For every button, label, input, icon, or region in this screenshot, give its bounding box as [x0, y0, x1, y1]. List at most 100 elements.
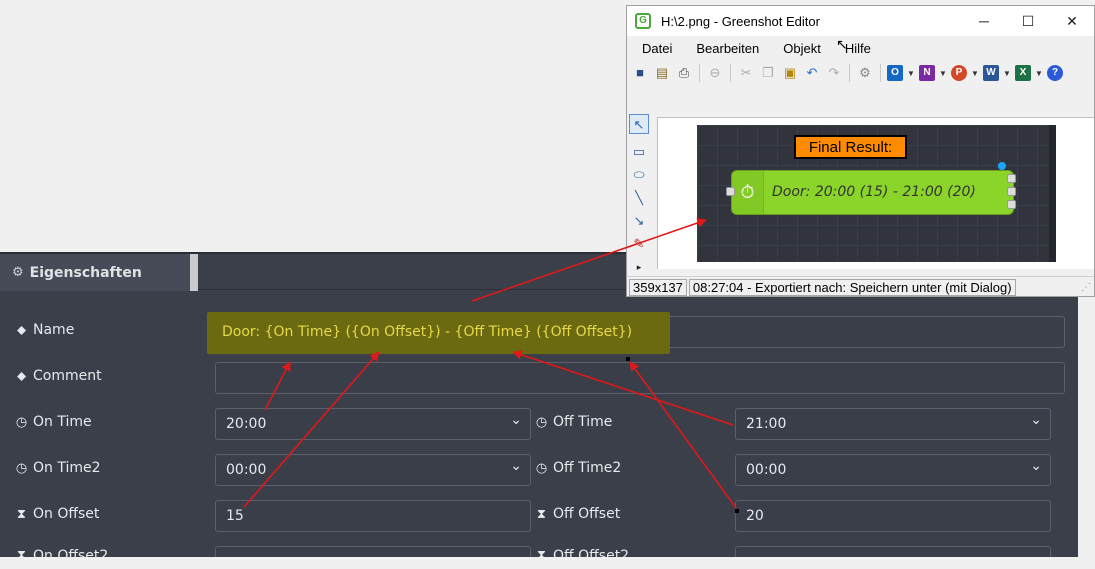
captured-image: Final Result: ⏱ Door: 20:00 (15) - 21:00… [697, 125, 1056, 262]
image-edge [1049, 125, 1056, 262]
comment-label-text: Comment [33, 368, 102, 384]
selection-handle [735, 509, 739, 513]
output-port [1007, 200, 1016, 209]
greenshot-app-icon: G [635, 13, 651, 29]
cut-icon[interactable]: ✂ [737, 64, 755, 82]
pointer-icon[interactable]: ↖ [629, 114, 649, 134]
on-time-label-text: On Time [33, 414, 92, 430]
name-label: ⬥ Name [15, 322, 74, 338]
node-label: Door: 20:00 (15) - 21:00 (20) [772, 184, 976, 200]
menu-objekt[interactable]: Objekt [768, 38, 830, 60]
clock-icon: ◷ [535, 460, 548, 476]
timer-icon: ⏱ [732, 171, 764, 214]
selection-handle [626, 357, 630, 361]
clock-icon: ◷ [15, 414, 28, 430]
tab-eigenschaften-label: Eigenschaften [29, 264, 142, 281]
off-offset-input[interactable]: 20 [735, 500, 1051, 532]
on-time2-label-text: On Time2 [33, 460, 101, 476]
schedule-node: ⏱ Door: 20:00 (15) - 21:00 (20) [731, 170, 1014, 215]
save-icon[interactable]: ■ [631, 64, 649, 82]
onenote-icon[interactable]: N [919, 65, 935, 81]
toolbar-separator [730, 64, 731, 82]
tag-icon: ⬥ [16, 368, 27, 384]
minimize-button[interactable]: ─ [962, 13, 1006, 29]
gear-icon: ⚙ [12, 265, 24, 280]
word-icon[interactable]: W [983, 65, 999, 81]
on-offset2-label-text: On Offset2 [33, 548, 109, 557]
powerpoint-icon[interactable]: P [951, 65, 967, 81]
redo-icon[interactable]: ↷ [825, 64, 843, 82]
on-offset-label-text: On Offset [33, 506, 100, 522]
off-time2-label-text: Off Time2 [553, 460, 622, 476]
on-time2-label: ◷ On Time2 [15, 460, 101, 476]
rectangle-icon[interactable]: ▭ [629, 142, 649, 162]
off-time-select[interactable]: 21:00 [735, 408, 1051, 440]
undo-icon[interactable]: ↶ [803, 64, 821, 82]
freehand-icon[interactable]: ✎ [629, 234, 649, 254]
off-offset2-label: ⧗ Off Offset2 [535, 548, 629, 557]
toolbar-separator [849, 64, 850, 82]
maximize-button[interactable]: ☐ [1006, 13, 1050, 30]
final-result-label: Final Result: [794, 135, 907, 159]
outlook-icon[interactable]: O [887, 65, 903, 81]
chevron-down-icon[interactable]: ▼ [907, 69, 915, 78]
off-time2-select[interactable]: 00:00 [735, 454, 1051, 486]
on-offset2-label: ⧗ On Offset2 [15, 548, 108, 557]
name-input-value: Door: {On Time} ({On Offset}) - {Off Tim… [222, 324, 633, 340]
chevron-down-icon[interactable]: ▼ [939, 69, 947, 78]
off-offset-label: ⧗ Off Offset [535, 506, 620, 522]
more-tools-icon[interactable]: ▸ [629, 257, 649, 277]
statusbar: 359x137 08:27:04 - Exportiert nach: Spei… [627, 276, 1094, 297]
on-time2-value: 00:00 [226, 462, 267, 478]
menu-datei[interactable]: Datei [627, 38, 681, 60]
tag-icon: ⬥ [16, 322, 27, 338]
on-time-label: ◷ On Time [15, 414, 92, 430]
menu-bearbeiten[interactable]: Bearbeiten [681, 38, 768, 60]
off-time2-label: ◷ Off Time2 [535, 460, 621, 476]
drawing-tools: ↖ ▭ ⬭ ╲ ↘ ✎ ▸ [627, 109, 651, 272]
close-button[interactable]: ✕ [1050, 13, 1094, 30]
chevron-down-icon[interactable]: ▼ [1035, 69, 1043, 78]
editor-canvas[interactable]: Final Result: ⏱ Door: 20:00 (15) - 21:00… [657, 117, 1094, 269]
paste-icon[interactable]: ▣ [781, 64, 799, 82]
settings-icon[interactable]: ⚙ [856, 64, 874, 82]
print-icon[interactable]: ⎙ [675, 64, 693, 82]
comment-label: ⬥ Comment [15, 368, 102, 384]
off-offset2-label-text: Off Offset2 [553, 548, 630, 557]
on-time2-select[interactable]: 00:00 [215, 454, 531, 486]
on-time-value: 20:00 [226, 416, 267, 432]
off-time-label: ◷ Off Time [535, 414, 613, 430]
greenshot-titlebar[interactable]: G H:\2.png - Greenshot Editor ─ ☐ ✕ [627, 6, 1094, 36]
on-offset-input[interactable]: 15 [215, 500, 531, 532]
off-offset-value: 20 [746, 508, 764, 524]
copy-icon[interactable]: ❐ [759, 64, 777, 82]
help-icon[interactable]: ? [1047, 65, 1063, 81]
toolbar: ■ ▤ ⎙ ⊖ ✂ ❐ ▣ ↶ ↷ ⚙ O ▼ N ▼ P ▼ W ▼ X ▼ ? [631, 63, 1063, 83]
resize-grip-icon[interactable]: ⋰ [1081, 282, 1091, 293]
name-label-text: Name [33, 322, 75, 338]
chevron-down-icon[interactable]: ▼ [1003, 69, 1011, 78]
input-port [726, 187, 735, 196]
clock-icon: ◷ [15, 460, 28, 476]
on-offset2-input[interactable] [215, 546, 531, 557]
window-title: H:\2.png - Greenshot Editor [661, 13, 820, 29]
on-time-select[interactable]: 20:00 [215, 408, 531, 440]
off-time2-value: 00:00 [746, 462, 787, 478]
hourglass-icon: ⧗ [16, 548, 27, 557]
off-time-label-text: Off Time [553, 414, 613, 430]
status-dot [998, 162, 1006, 170]
arrow-tool-icon[interactable]: ↘ [629, 211, 649, 231]
ellipse-icon[interactable]: ⬭ [629, 165, 649, 185]
chevron-down-icon[interactable]: ▼ [971, 69, 979, 78]
greenshot-editor-window: G H:\2.png - Greenshot Editor ─ ☐ ✕ Date… [626, 5, 1095, 297]
excel-icon[interactable]: X [1015, 65, 1031, 81]
hourglass-icon: ⧗ [536, 506, 547, 522]
remove-icon[interactable]: ⊖ [706, 64, 724, 82]
line-icon[interactable]: ╲ [629, 188, 649, 208]
off-offset2-input[interactable] [735, 546, 1051, 557]
off-offset-label-text: Off Offset [553, 506, 621, 522]
tab-eigenschaften[interactable]: ⚙ Eigenschaften [0, 254, 198, 291]
clipboard-icon[interactable]: ▤ [653, 64, 671, 82]
output-port [1007, 174, 1016, 183]
comment-input[interactable] [215, 362, 1065, 394]
